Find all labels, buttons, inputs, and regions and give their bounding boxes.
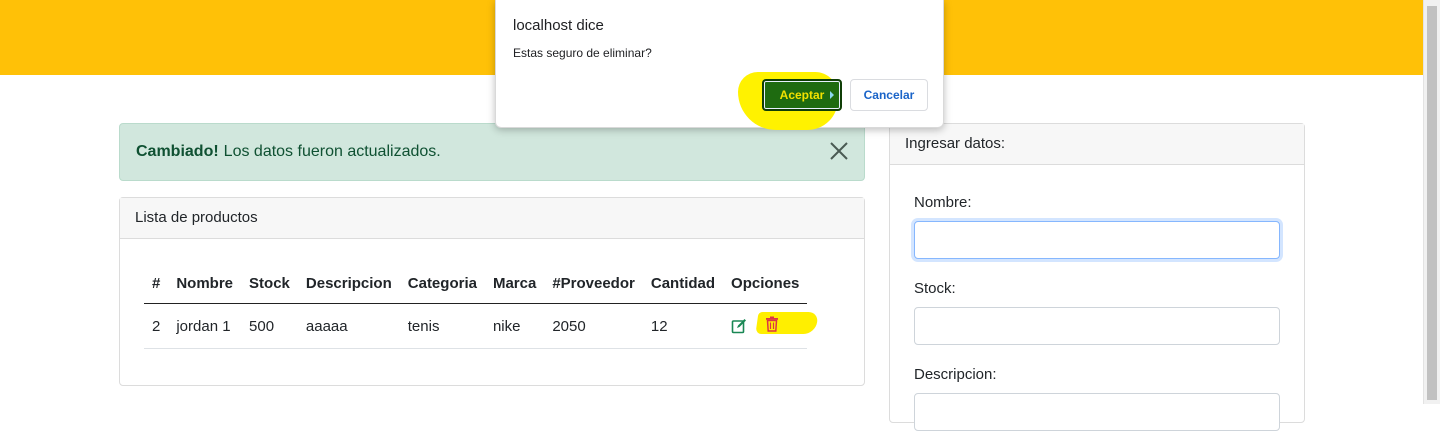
delete-action[interactable] (755, 312, 819, 336)
input-form-card: Ingresar datos: Nombre: Stock: Descripci… (889, 123, 1305, 431)
stock-input[interactable] (914, 307, 1280, 345)
cancel-button[interactable]: Cancelar (850, 79, 928, 111)
alert-strong-text: Cambiado! (136, 143, 219, 160)
cell-descripcion: aaaaa (297, 303, 400, 349)
column-header: Descripcion (297, 264, 400, 304)
dialog-message: Estas seguro de eliminar? (513, 46, 652, 60)
descripcion-input[interactable] (914, 393, 1280, 431)
cell-categoria: tenis (399, 303, 485, 349)
success-alert: Cambiado! Los datos fueron actualizados. (119, 123, 865, 181)
cell-id: 2 (144, 303, 169, 349)
table-header-row: # Nombre Stock Descripcion Categoria Mar… (144, 264, 808, 304)
form-header: Ingresar datos: (890, 124, 1304, 165)
cell-nombre: jordan 1 (168, 303, 242, 349)
trash-icon[interactable] (765, 316, 779, 332)
column-header: Stock (241, 264, 298, 304)
cursor-caret-icon (830, 91, 834, 99)
scrollbar-thumb[interactable] (1427, 6, 1437, 400)
cell-marca: nike (484, 303, 545, 349)
accept-button-label: Aceptar (779, 88, 825, 102)
nombre-input[interactable] (914, 221, 1280, 259)
column-header: Categoria (399, 264, 485, 304)
edit-icon[interactable] (731, 318, 747, 334)
accept-button[interactable]: Aceptar (762, 79, 842, 111)
cell-cantidad: 12 (642, 303, 724, 349)
column-header: Marca (484, 264, 545, 304)
alert-text: Los datos fueron actualizados. (223, 143, 441, 160)
product-list-card: Lista de productos # Nombre Stock Descri… (119, 197, 865, 386)
nombre-label: Nombre: (914, 194, 972, 211)
column-header: # (144, 264, 169, 304)
page-scrollbar[interactable] (1423, 0, 1440, 404)
cell-proveedor: 2050 (544, 303, 643, 349)
confirm-dialog: localhost dice Estas seguro de eliminar?… (495, 0, 944, 130)
close-icon[interactable] (828, 140, 850, 162)
cell-stock: 500 (241, 303, 298, 349)
dialog-title: localhost dice (513, 17, 604, 34)
column-header: Cantidad (642, 264, 724, 304)
column-header: Opciones (723, 264, 808, 304)
column-header: #Proveedor (544, 264, 643, 304)
descripcion-label: Descripcion: (914, 366, 997, 383)
products-table: # Nombre Stock Descripcion Categoria Mar… (144, 264, 819, 349)
cell-opciones (723, 303, 819, 349)
stock-label: Stock: (914, 280, 956, 297)
column-header: Nombre (168, 264, 242, 304)
product-list-header: Lista de productos (120, 198, 864, 239)
table-row: 2 jordan 1 500 aaaaa tenis nike 2050 12 (144, 303, 819, 349)
cancel-button-label: Cancelar (863, 88, 915, 102)
